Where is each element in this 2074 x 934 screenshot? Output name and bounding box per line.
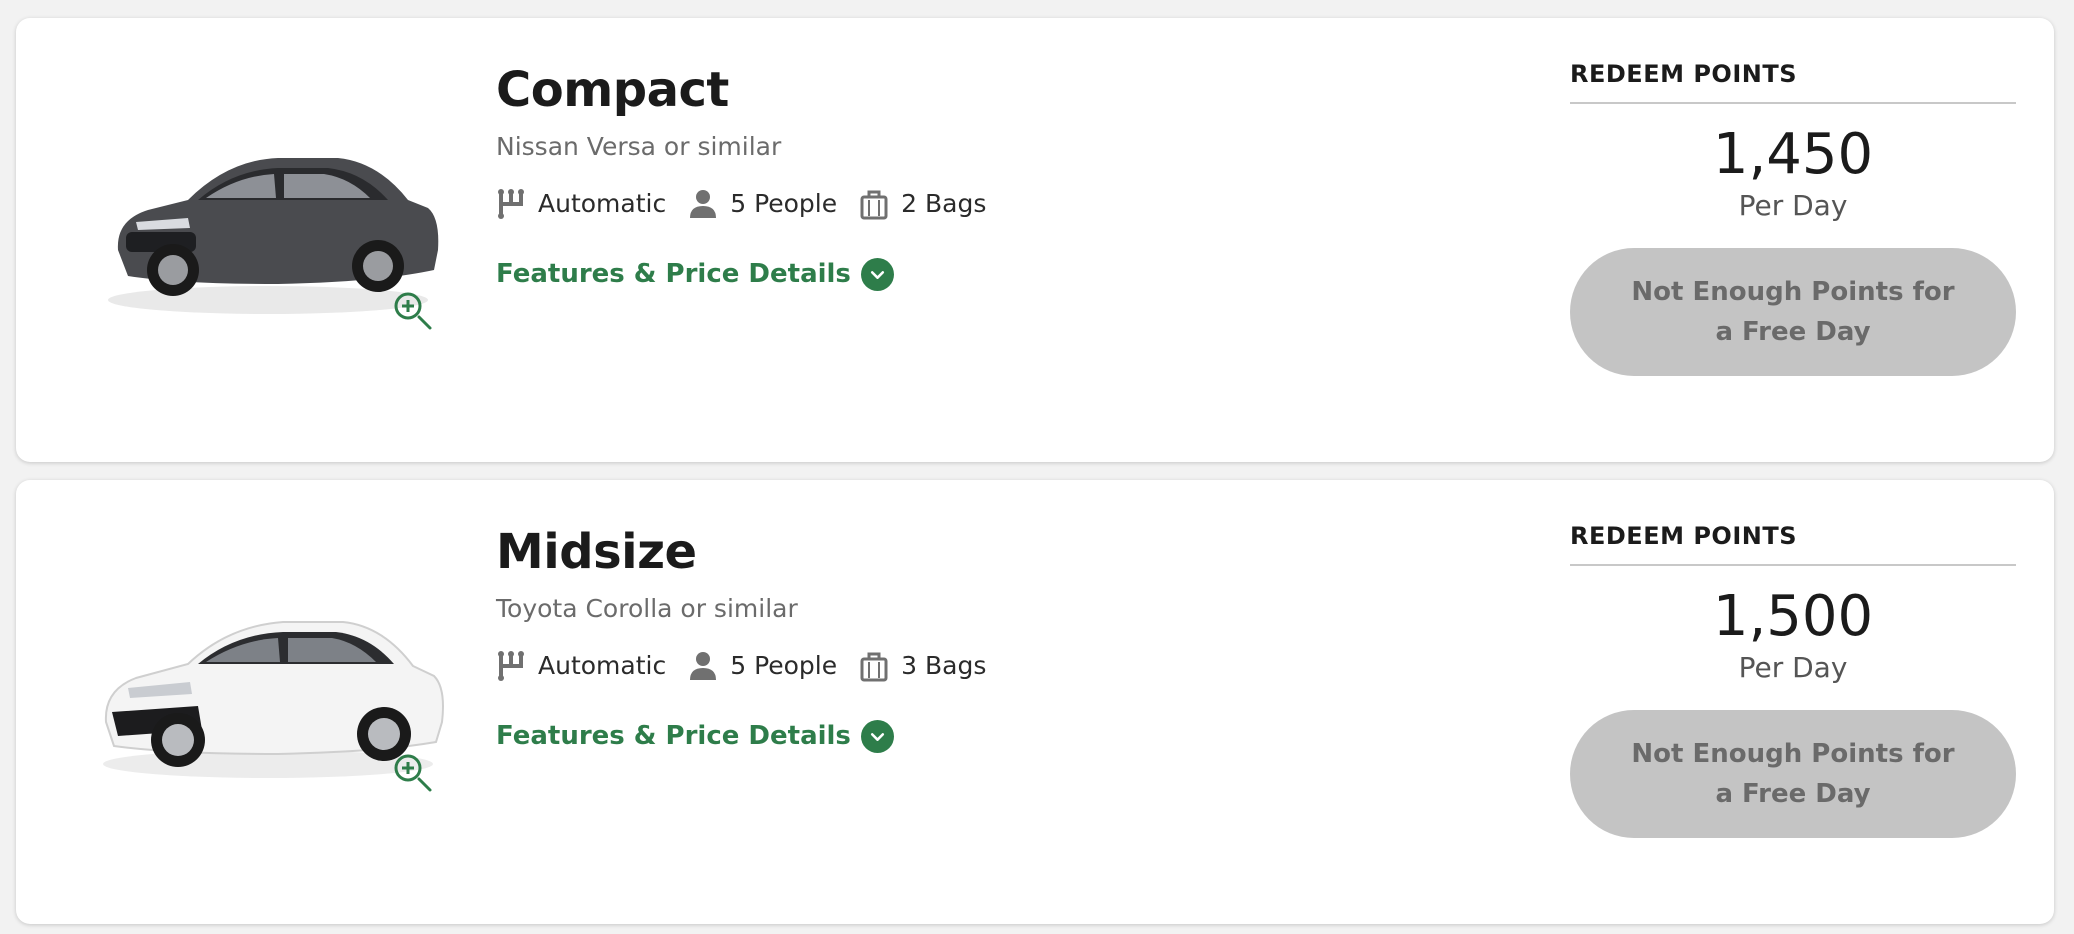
bag-icon (860, 652, 888, 682)
bag-icon (860, 190, 888, 220)
vehicle-info: Midsize Toyota Corolla or similar Automa… (496, 524, 1396, 753)
vehicle-card-compact: Compact Nissan Versa or similar Automati… (16, 18, 2054, 462)
chevron-down-icon[interactable] (860, 257, 894, 291)
redeem-points-heading: REDEEM POINTS (1570, 60, 2016, 104)
transmission-spec: Automatic (496, 650, 666, 682)
zoom-in-icon[interactable] (390, 288, 440, 338)
person-icon (690, 651, 717, 680)
per-day-label: Per Day (1738, 188, 1848, 222)
bags-spec: 2 Bags (859, 188, 986, 220)
people-label: 5 People (730, 189, 838, 219)
bags-spec: 3 Bags (859, 650, 986, 682)
transmission-label: Automatic (538, 189, 667, 219)
people-label: 5 People (730, 651, 838, 681)
vehicle-info: Compact Nissan Versa or similar Automati… (496, 62, 1396, 291)
bags-label: 2 Bags (901, 189, 987, 219)
people-spec: 5 People (688, 650, 837, 682)
chevron-down-icon[interactable] (860, 719, 894, 753)
transmission-spec: Automatic (496, 188, 666, 220)
zoom-in-icon[interactable] (390, 750, 440, 800)
points-per-day-value: 1,450 (1712, 122, 1874, 187)
redeem-free-day-button[interactable]: Not Enough Points for a Free Day (1570, 247, 2016, 376)
transmission-label: Automatic (538, 651, 667, 681)
vehicle-specs: Automatic 5 People 3 Bags (496, 650, 1396, 682)
bags-label: 3 Bags (901, 651, 987, 681)
redeem-points-panel: REDEEM POINTS 1,450 Per Day Not Enough P… (1570, 60, 2016, 376)
vehicle-class-title: Midsize (496, 524, 697, 580)
vehicle-model: Nissan Versa or similar (496, 131, 782, 161)
gear-shift-icon (498, 650, 524, 681)
redeem-points-heading: REDEEM POINTS (1570, 522, 2016, 566)
person-icon (690, 189, 717, 218)
vehicle-class-title: Compact (496, 62, 729, 118)
vehicle-card-midsize: Midsize Toyota Corolla or similar Automa… (16, 480, 2054, 924)
vehicle-model: Toyota Corolla or similar (496, 593, 798, 623)
features-price-details-label: Features & Price Details (496, 721, 851, 752)
vehicle-specs: Automatic 5 People 2 Bags (496, 188, 1396, 220)
points-per-day-value: 1,500 (1712, 584, 1874, 649)
per-day-label: Per Day (1738, 650, 1848, 684)
features-price-details-label: Features & Price Details (496, 259, 851, 290)
features-price-details-link[interactable]: Features & Price Details (496, 257, 894, 291)
features-price-details-link[interactable]: Features & Price Details (496, 719, 894, 753)
gear-shift-icon (498, 188, 524, 219)
people-spec: 5 People (688, 188, 837, 220)
redeem-points-panel: REDEEM POINTS 1,500 Per Day Not Enough P… (1570, 522, 2016, 838)
redeem-free-day-button[interactable]: Not Enough Points for a Free Day (1570, 709, 2016, 838)
